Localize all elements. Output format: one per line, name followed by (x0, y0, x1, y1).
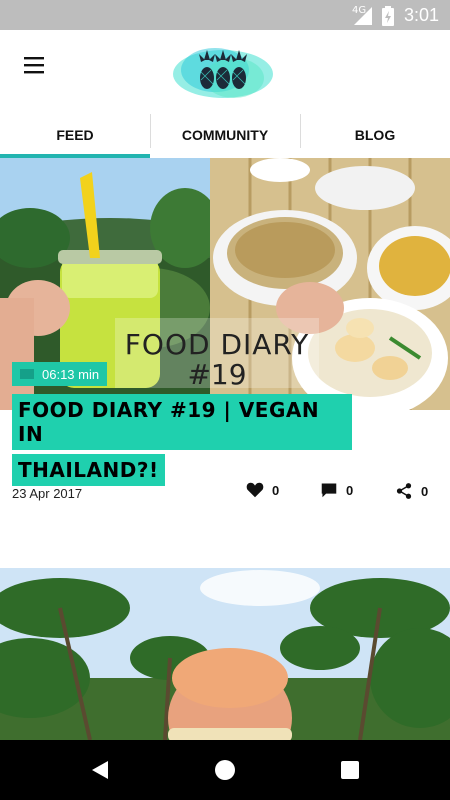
comment-button[interactable]: 0 (320, 482, 353, 498)
share-count: 0 (421, 483, 429, 499)
post-thumbnail[interactable] (0, 568, 450, 740)
system-nav-bar (0, 740, 450, 800)
back-icon[interactable] (88, 758, 112, 782)
hamburger-menu-icon (24, 57, 44, 74)
post-date: 23 Apr 2017 (12, 486, 83, 501)
video-icon (20, 369, 34, 379)
tab-community[interactable]: COMMUNITY (150, 112, 300, 158)
post-title[interactable]: FOOD DIARY #19 | VEGAN IN THAILAND?! (12, 394, 352, 490)
battery-charging-icon (382, 6, 394, 26)
feed-list[interactable]: FOOD DIARY #19 06:13 min FOOD DIARY #19 … (0, 158, 450, 740)
heart-icon (246, 482, 264, 498)
clock: 3:01 (404, 5, 440, 25)
tab-blog[interactable]: BLOG (300, 112, 450, 158)
post-title-line: FOOD DIARY #19 | VEGAN IN (12, 394, 352, 450)
like-button[interactable]: 0 (246, 482, 279, 498)
thumbnail-caption-line2: #19 (187, 358, 246, 391)
recents-icon[interactable] (338, 758, 362, 782)
status-bar: 4G 3:01 (0, 0, 450, 30)
share-icon (396, 483, 412, 499)
video-duration-badge: 06:13 min (12, 362, 108, 386)
app-bar (0, 30, 450, 112)
share-button[interactable]: 0 (395, 482, 428, 500)
thumbnail-caption-line1: FOOD DIARY (125, 328, 309, 361)
like-count: 0 (272, 482, 280, 498)
menu-button[interactable] (16, 47, 52, 83)
post-meta: 23 Apr 2017 0 0 0 (0, 478, 450, 508)
pineapple-logo (173, 48, 273, 98)
comment-icon (321, 483, 337, 498)
tab-feed[interactable]: FEED (0, 112, 150, 158)
signal-icon (354, 7, 372, 25)
tab-bar: FEED COMMUNITY BLOG (0, 112, 450, 159)
video-duration: 06:13 min (42, 366, 100, 382)
comment-count: 0 (346, 482, 354, 498)
home-icon[interactable] (213, 758, 237, 782)
